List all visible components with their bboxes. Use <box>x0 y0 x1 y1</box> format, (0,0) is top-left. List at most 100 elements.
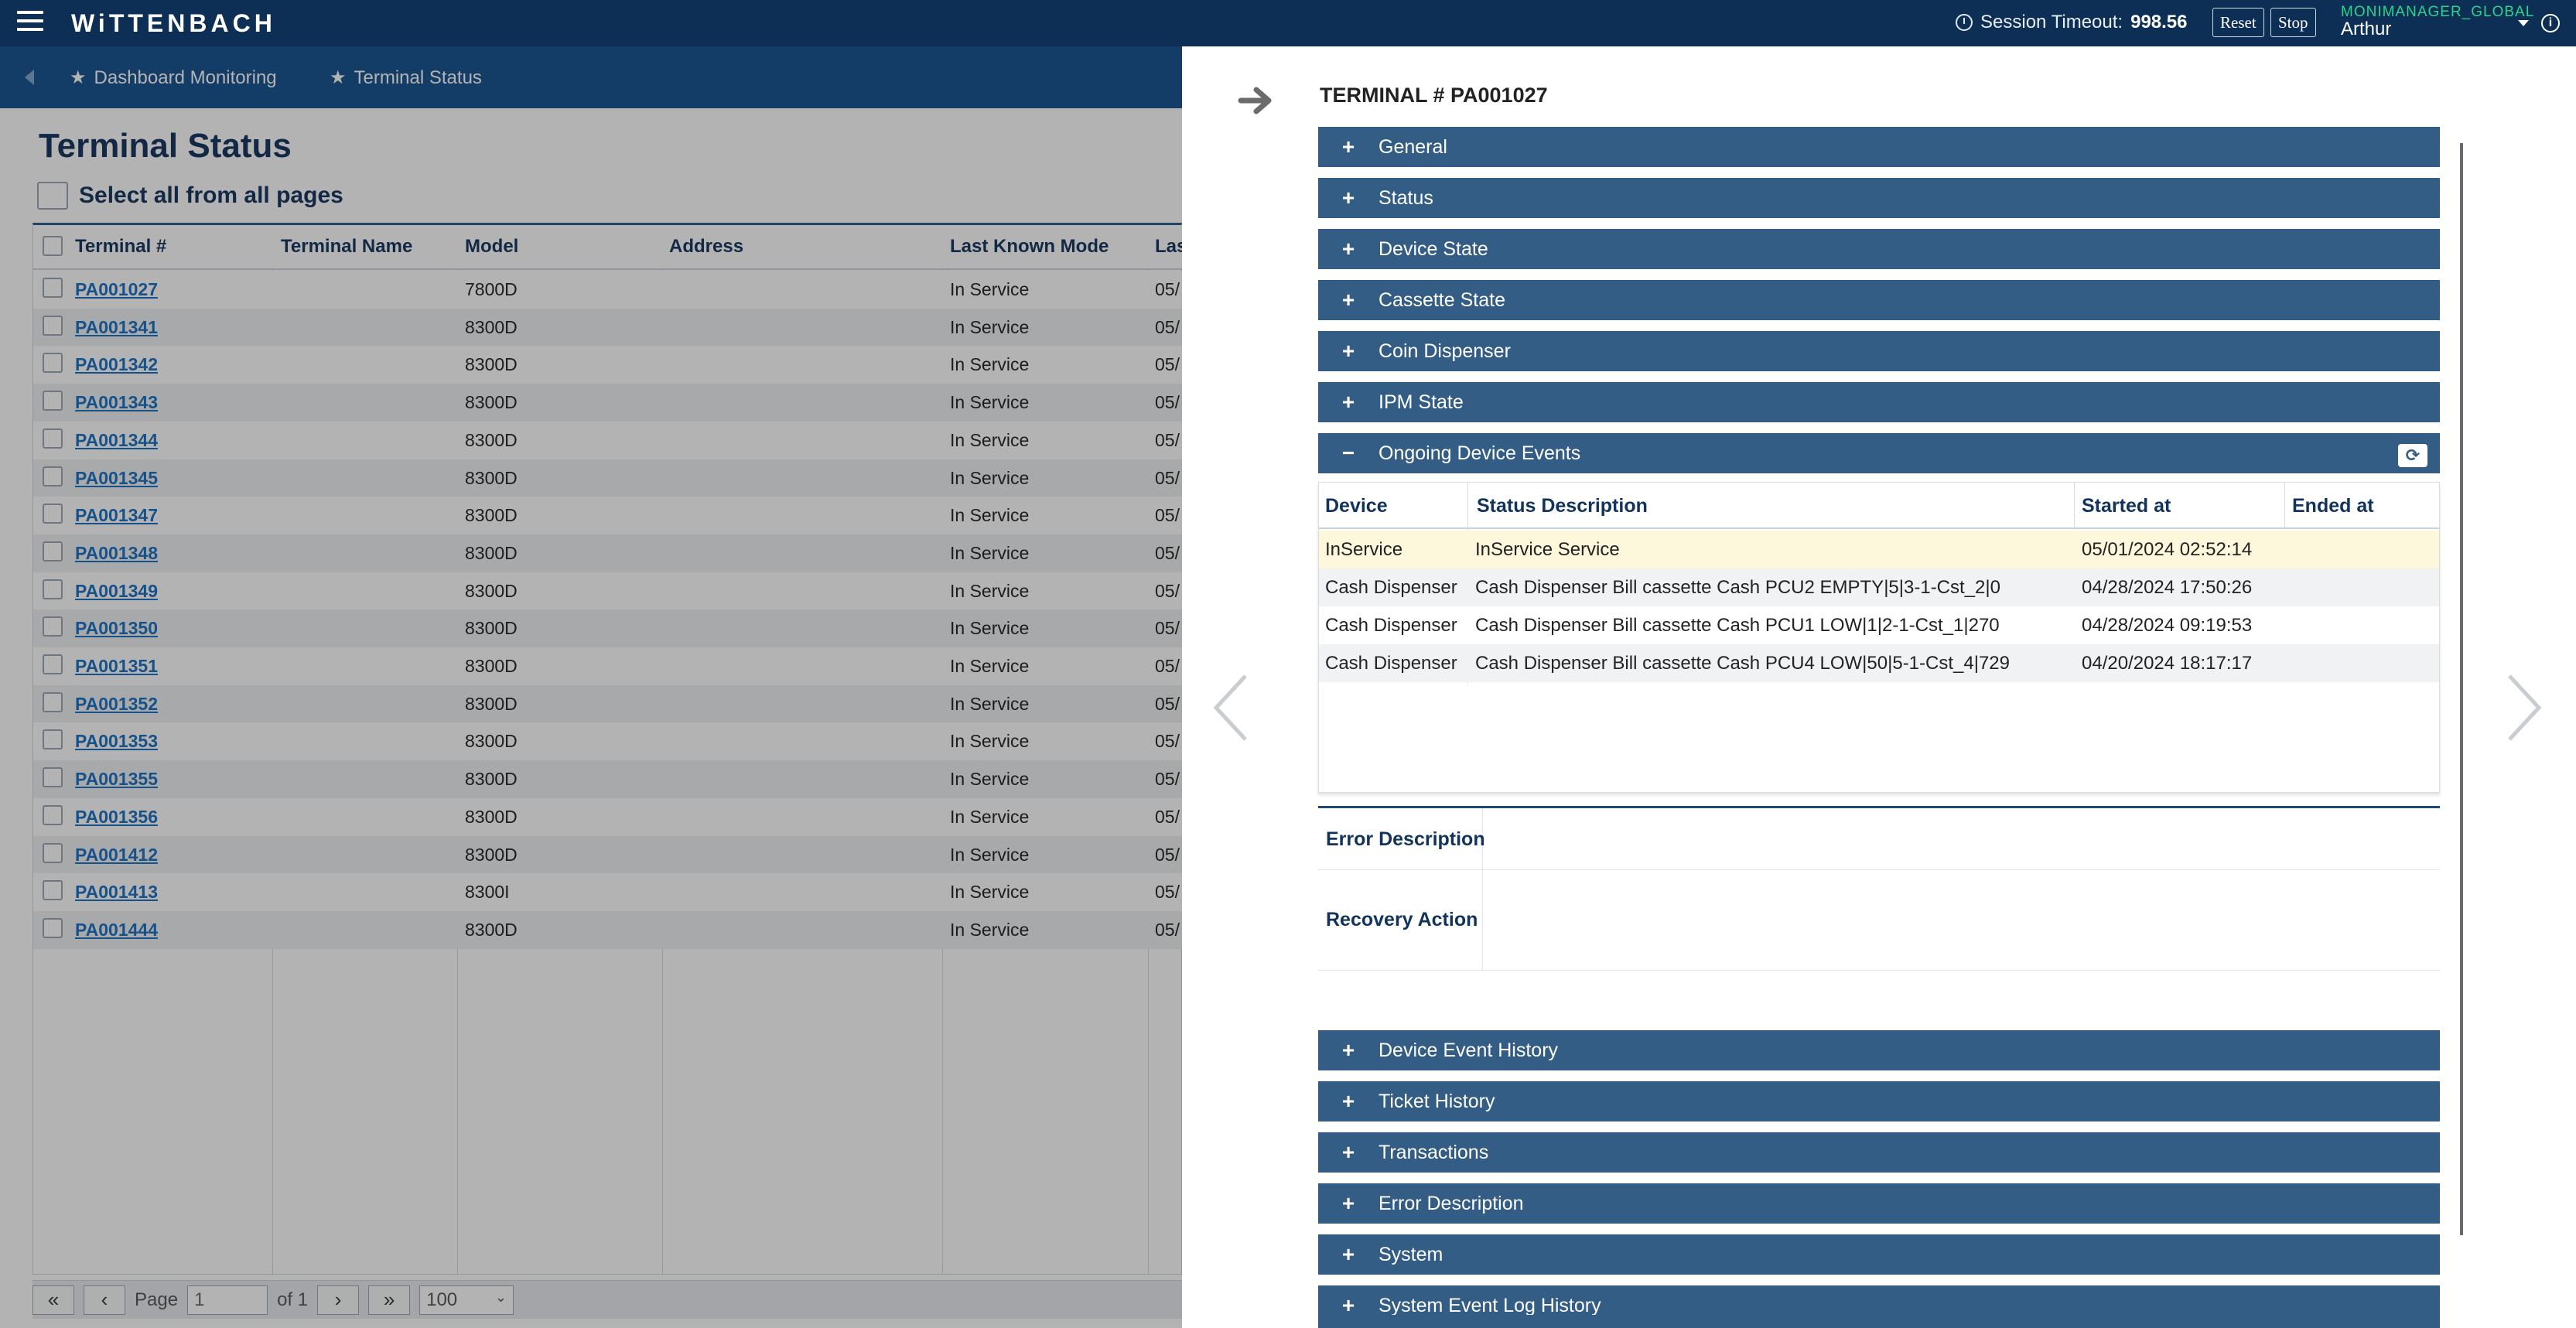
table-row[interactable]: PA001349 8300D In Service 05/ <box>33 572 1183 610</box>
event-row[interactable]: InService InService Service 05/01/2024 02:… <box>1319 531 2439 568</box>
row-checkbox[interactable] <box>43 767 63 788</box>
row-checkbox[interactable] <box>43 616 63 637</box>
column-header-ended-at[interactable]: Ended at <box>2292 495 2374 517</box>
accordion-partial-section[interactable] <box>1318 1315 2440 1328</box>
accordion-transactions[interactable]: + Transactions <box>1318 1132 2440 1176</box>
page-number-input[interactable] <box>187 1285 268 1315</box>
event-row[interactable]: Cash Dispenser Cash Dispenser Bill casset… <box>1319 568 2439 606</box>
stop-button[interactable]: Stop <box>2270 8 2316 37</box>
table-row[interactable]: PA001342 8300D In Service 05/ <box>33 346 1183 384</box>
terminal-link[interactable]: PA001413 <box>75 882 158 903</box>
terminal-link[interactable]: PA001341 <box>75 317 158 338</box>
terminal-link[interactable]: PA001347 <box>75 505 158 526</box>
row-checkbox[interactable] <box>43 880 63 901</box>
terminal-link[interactable]: PA001344 <box>75 430 158 451</box>
select-all-checkbox[interactable] <box>37 182 68 210</box>
row-checkbox[interactable] <box>43 278 63 298</box>
user-name[interactable]: Arthur <box>2341 19 2391 40</box>
page-size-select[interactable]: 100 ⌄ <box>419 1285 514 1315</box>
accordion-ipm-state[interactable]: + IPM State <box>1318 382 2440 425</box>
table-row[interactable]: PA001353 8300D In Service 05/ <box>33 722 1183 761</box>
event-row[interactable]: Cash Dispenser Cash Dispenser Bill casset… <box>1319 644 2439 682</box>
row-checkbox[interactable] <box>43 466 63 486</box>
terminal-link[interactable]: PA001444 <box>75 920 158 941</box>
first-page-button[interactable]: « <box>32 1285 74 1315</box>
next-terminal-chevron-icon[interactable] <box>2505 673 2544 743</box>
table-row[interactable]: PA001350 8300D In Service 05/ <box>33 609 1183 648</box>
column-header-started-at[interactable]: Started at <box>2082 495 2171 517</box>
user-menu-caret-icon[interactable] <box>2518 20 2529 26</box>
accordion-system[interactable]: + System <box>1318 1234 2440 1278</box>
table-row[interactable]: PA001343 8300D In Service 05/ <box>33 384 1183 422</box>
row-checkbox[interactable] <box>43 804 63 825</box>
next-page-button[interactable]: › <box>317 1285 360 1315</box>
terminal-link[interactable]: PA001350 <box>75 618 158 639</box>
accordion-status[interactable]: + Status <box>1318 178 2440 221</box>
table-row[interactable]: PA001355 8300D In Service 05/ <box>33 760 1183 799</box>
terminal-link[interactable]: PA001348 <box>75 543 158 564</box>
terminal-link[interactable]: PA001412 <box>75 845 158 865</box>
table-row[interactable]: PA001352 8300D In Service 05/ <box>33 684 1183 723</box>
reset-button[interactable]: Reset <box>2212 8 2264 37</box>
collapse-panel-arrow-icon[interactable] <box>1238 85 1276 116</box>
terminal-link[interactable]: PA001027 <box>75 279 158 300</box>
table-row[interactable]: PA001412 8300D In Service 05/ <box>33 835 1183 874</box>
select-all-control[interactable]: Select all from all pages <box>37 182 343 210</box>
table-row[interactable]: PA001345 8300D In Service 05/ <box>33 459 1183 497</box>
table-row[interactable]: PA001348 8300D In Service 05/ <box>33 534 1183 572</box>
terminal-link[interactable]: PA001343 <box>75 392 158 413</box>
column-header-address[interactable]: Address <box>669 236 743 258</box>
column-header-model[interactable]: Model <box>465 236 518 258</box>
back-arrow-icon[interactable] <box>25 70 34 85</box>
row-checkbox[interactable] <box>43 579 63 599</box>
panel-scrollbar[interactable] <box>2460 143 2463 1235</box>
accordion-device-event-history[interactable]: + Device Event History <box>1318 1030 2440 1074</box>
terminal-link[interactable]: PA001345 <box>75 468 158 489</box>
row-checkbox[interactable] <box>43 917 63 938</box>
row-checkbox[interactable] <box>43 504 63 524</box>
table-row[interactable]: PA001344 8300D In Service 05/ <box>33 421 1183 459</box>
row-checkbox[interactable] <box>43 428 63 449</box>
accordion-coin-dispenser[interactable]: + Coin Dispenser <box>1318 331 2440 374</box>
terminal-link[interactable]: PA001356 <box>75 807 158 828</box>
refresh-icon[interactable]: ⟳ <box>2398 444 2427 467</box>
row-checkbox[interactable] <box>43 842 63 863</box>
accordion-cassette-state[interactable]: + Cassette State <box>1318 280 2440 323</box>
table-row[interactable]: PA001444 8300D In Service 05/ <box>33 910 1183 949</box>
table-row[interactable]: PA001027 7800D In Service 05/ <box>33 271 1183 309</box>
terminal-link[interactable]: PA001355 <box>75 769 158 790</box>
terminal-link[interactable]: PA001352 <box>75 694 158 715</box>
table-row[interactable]: PA001347 8300D In Service 05/ <box>33 497 1183 535</box>
accordion-ticket-history[interactable]: + Ticket History <box>1318 1081 2440 1125</box>
breadcrumb-terminal-status[interactable]: ★ Terminal Status <box>330 67 482 89</box>
breadcrumb-dashboard-monitoring[interactable]: ★ Dashboard Monitoring <box>70 67 277 89</box>
column-header-terminal[interactable]: Terminal # <box>75 236 166 258</box>
row-checkbox[interactable] <box>43 654 63 674</box>
accordion-general[interactable]: + General <box>1318 127 2440 170</box>
row-checkbox[interactable] <box>43 353 63 374</box>
terminal-link[interactable]: PA001349 <box>75 581 158 602</box>
column-header-terminal-name[interactable]: Terminal Name <box>281 236 412 258</box>
table-row[interactable]: PA001341 8300D In Service 05/ <box>33 308 1183 347</box>
row-checkbox[interactable] <box>43 315 63 336</box>
terminal-link[interactable]: PA001351 <box>75 656 158 677</box>
header-checkbox[interactable] <box>43 236 63 256</box>
column-header-device[interactable]: Device <box>1325 495 1388 517</box>
table-row[interactable]: PA001351 8300D In Service 05/ <box>33 647 1183 685</box>
column-header-last-known-mode[interactable]: Last Known Mode <box>950 236 1109 258</box>
row-checkbox[interactable] <box>43 391 63 411</box>
last-page-button[interactable]: » <box>368 1285 411 1315</box>
accordion-ongoing-device-events[interactable]: − Ongoing Device Events ⟳ <box>1318 433 2440 476</box>
hamburger-menu-icon[interactable] <box>17 11 43 34</box>
terminal-link[interactable]: PA001353 <box>75 731 158 752</box>
accordion-error-description[interactable]: + Error Description <box>1318 1183 2440 1227</box>
event-row[interactable]: Cash Dispenser Cash Dispenser Bill casset… <box>1319 606 2439 644</box>
terminal-link[interactable]: PA001342 <box>75 354 158 375</box>
table-row[interactable]: PA001356 8300D In Service 05/ <box>33 797 1183 836</box>
accordion-device-state[interactable]: + Device State <box>1318 229 2440 272</box>
row-checkbox[interactable] <box>43 541 63 562</box>
prev-page-button[interactable]: ‹ <box>84 1285 125 1315</box>
info-icon[interactable]: i <box>2541 14 2560 32</box>
row-checkbox[interactable] <box>43 729 63 750</box>
previous-terminal-chevron-icon[interactable] <box>1211 673 1250 743</box>
